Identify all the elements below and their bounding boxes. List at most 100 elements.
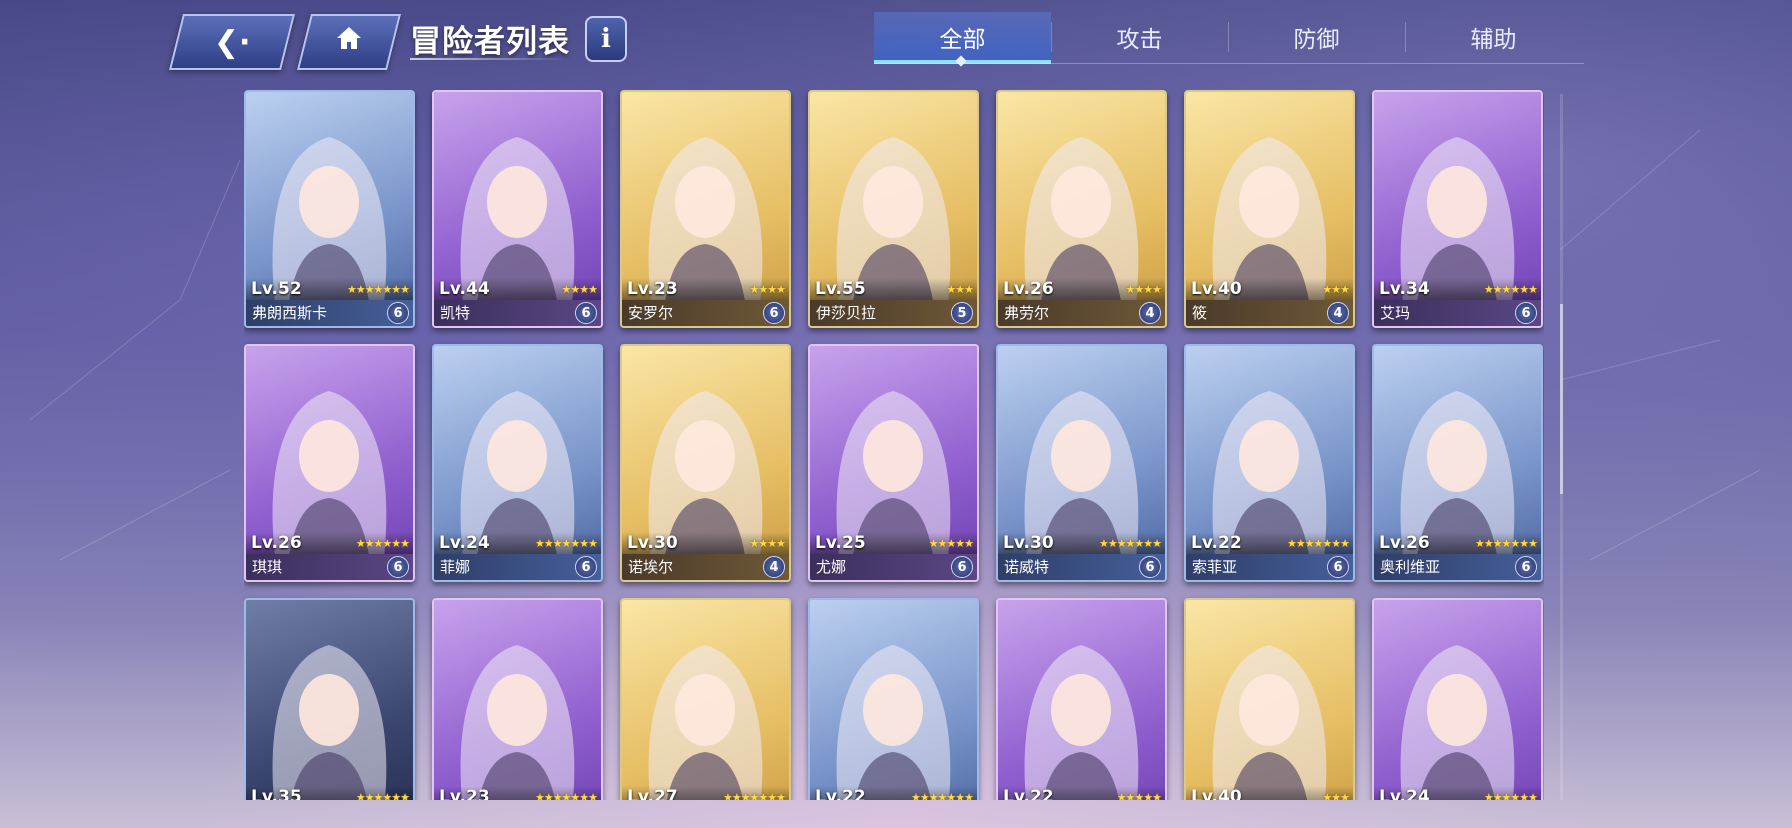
- adventurer-name: 凯特: [440, 304, 471, 322]
- star-rating-icon: ★★★★: [749, 283, 786, 296]
- star-rating-icon: ★★★★★★★: [1474, 537, 1538, 550]
- tab-all[interactable]: 全部: [874, 12, 1051, 64]
- level-label: Lv.30: [1003, 533, 1054, 553]
- tab-defense[interactable]: 防御: [1228, 12, 1405, 62]
- star-rating-icon: ★★★★★★★: [722, 791, 786, 800]
- star-rating-icon: ★★★★★: [1116, 791, 1162, 800]
- home-icon: [334, 24, 364, 60]
- adventurer-card[interactable]: Lv.30 ★★★★ 诺埃尔 4: [620, 344, 791, 582]
- rank-badge: 4: [1327, 302, 1349, 324]
- info-button[interactable]: i: [585, 16, 627, 62]
- rank-badge: 6: [1515, 302, 1537, 324]
- rank-badge: 6: [951, 556, 973, 578]
- rank-badge: 5: [951, 302, 973, 324]
- rank-badge: 6: [1515, 556, 1537, 578]
- level-label: Lv.55: [815, 279, 866, 299]
- adventurer-card[interactable]: Lv.34 ★★★★★★ 艾玛 6: [1372, 90, 1543, 328]
- adventurer-name: 尤娜: [816, 558, 847, 576]
- adventurer-card[interactable]: Lv.40 ★★★: [1184, 598, 1355, 800]
- adventurer-name: 诺埃尔: [628, 558, 674, 576]
- level-label: Lv.34: [1379, 279, 1430, 299]
- home-button[interactable]: [297, 14, 401, 70]
- adventurer-card[interactable]: Lv.26 ★★★★★★ 琪琪 6: [244, 344, 415, 582]
- adventurer-card[interactable]: Lv.22 ★★★★★★★ 索菲亚 6: [1184, 344, 1355, 582]
- level-label: Lv.24: [439, 533, 490, 553]
- adventurer-card[interactable]: Lv.27 ★★★★★★★: [620, 598, 791, 800]
- level-label: Lv.52: [251, 279, 302, 299]
- rank-badge: 6: [387, 302, 409, 324]
- adventurer-card[interactable]: Lv.52 ★★★★★★★ 弗朗西斯卡 6: [244, 90, 415, 328]
- adventurer-card[interactable]: Lv.55 ★★★ 伊莎贝拉 5: [808, 90, 979, 328]
- star-rating-icon: ★★★★★★★: [1286, 537, 1350, 550]
- adventurer-card[interactable]: Lv.40 ★★★ 筱 4: [1184, 90, 1355, 328]
- tab-divider: [874, 63, 1584, 64]
- character-portrait: [1024, 645, 1139, 800]
- scrollbar[interactable]: [1560, 94, 1563, 800]
- adventurer-card[interactable]: Lv.26 ★★★★★★★ 奥利维亚 6: [1372, 344, 1543, 582]
- adventurer-name: 艾玛: [1380, 304, 1411, 322]
- adventurer-card[interactable]: Lv.30 ★★★★★★★ 诺威特 6: [996, 344, 1167, 582]
- adventurer-card[interactable]: Lv.23 ★★★★★★★: [432, 598, 603, 800]
- level-label: Lv.23: [627, 279, 678, 299]
- adventurer-grid: Lv.52 ★★★★★★★ 弗朗西斯卡 6 Lv.44 ★★★★ 凯特 6 Lv.23 ★★★★ 安…: [244, 90, 1544, 800]
- character-portrait: [1212, 645, 1327, 800]
- level-label: Lv.25: [815, 533, 866, 553]
- star-rating-icon: ★★★★: [561, 283, 598, 296]
- adventurer-name: 索菲亚: [1192, 558, 1238, 576]
- page-title: 冒险者列表: [410, 24, 570, 60]
- level-label: Lv.40: [1191, 279, 1242, 299]
- rank-badge: 6: [387, 556, 409, 578]
- back-arrow-icon: ❮·: [213, 24, 251, 60]
- star-rating-icon: ★★★: [1322, 283, 1350, 296]
- back-button[interactable]: ❮·: [169, 14, 295, 70]
- star-rating-icon: ★★★★★★★: [910, 791, 974, 800]
- adventurer-card[interactable]: Lv.44 ★★★★ 凯特 6: [432, 90, 603, 328]
- level-label: Lv.44: [439, 279, 490, 299]
- star-rating-icon: ★★★★★★★: [1098, 537, 1162, 550]
- adventurer-card[interactable]: Lv.26 ★★★★ 弗劳尔 4: [996, 90, 1167, 328]
- character-portrait: [836, 645, 951, 800]
- star-rating-icon: ★★★★★: [928, 537, 974, 550]
- title-underline: [410, 58, 570, 60]
- adventurer-name: 琪琪: [252, 558, 283, 576]
- scroll-thumb[interactable]: [1560, 304, 1563, 494]
- character-portrait: [272, 645, 387, 800]
- top-bar: ❮· 冒险者列表 i 全部 攻击 防御 辅助: [0, 0, 1792, 78]
- level-label: Lv.26: [1003, 279, 1054, 299]
- tab-attack[interactable]: 攻击: [1051, 12, 1228, 62]
- adventurer-name: 安罗尔: [628, 304, 674, 322]
- star-rating-icon: ★★★★★★★: [534, 791, 598, 800]
- character-portrait: [648, 645, 763, 800]
- level-label: Lv.30: [627, 533, 678, 553]
- adventurer-card[interactable]: Lv.23 ★★★★ 安罗尔 6: [620, 90, 791, 328]
- character-portrait: [460, 645, 575, 800]
- adventurer-card[interactable]: Lv.22 ★★★★★: [996, 598, 1167, 800]
- star-rating-icon: ★★★★: [1125, 283, 1162, 296]
- adventurer-card[interactable]: Lv.24 ★★★★★★★ 菲娜 6: [432, 344, 603, 582]
- level-label: Lv.40: [1191, 787, 1242, 800]
- adventurer-card[interactable]: Lv.22 ★★★★★★★: [808, 598, 979, 800]
- level-label: Lv.22: [815, 787, 866, 800]
- character-portrait: [1400, 645, 1515, 800]
- star-rating-icon: ★★★★★★: [1483, 283, 1538, 296]
- star-rating-icon: ★★★★★★★: [346, 283, 410, 296]
- adventurer-name: 奥利维亚: [1380, 558, 1441, 576]
- level-label: Lv.23: [439, 787, 490, 800]
- adventurer-name: 筱: [1192, 304, 1208, 322]
- tab-support[interactable]: 辅助: [1405, 12, 1582, 62]
- level-label: Lv.26: [251, 533, 302, 553]
- tab-bar: 全部 攻击 防御 辅助: [874, 12, 1584, 64]
- info-icon: i: [601, 24, 611, 54]
- rank-badge: 6: [575, 556, 597, 578]
- level-label: Lv.24: [1379, 787, 1430, 800]
- adventurer-card[interactable]: Lv.25 ★★★★★ 尤娜 6: [808, 344, 979, 582]
- star-rating-icon: ★★★★★★★: [534, 537, 598, 550]
- star-rating-icon: ★★★★★★: [355, 791, 410, 800]
- adventurer-name: 弗劳尔: [1004, 304, 1050, 322]
- rank-badge: 6: [763, 302, 785, 324]
- adventurer-card[interactable]: Lv.24 ★★★★★★: [1372, 598, 1543, 800]
- rank-badge: 6: [1327, 556, 1349, 578]
- adventurer-card[interactable]: Lv.35 ★★★★★★: [244, 598, 415, 800]
- level-label: Lv.35: [251, 787, 302, 800]
- star-rating-icon: ★★★: [1322, 791, 1350, 800]
